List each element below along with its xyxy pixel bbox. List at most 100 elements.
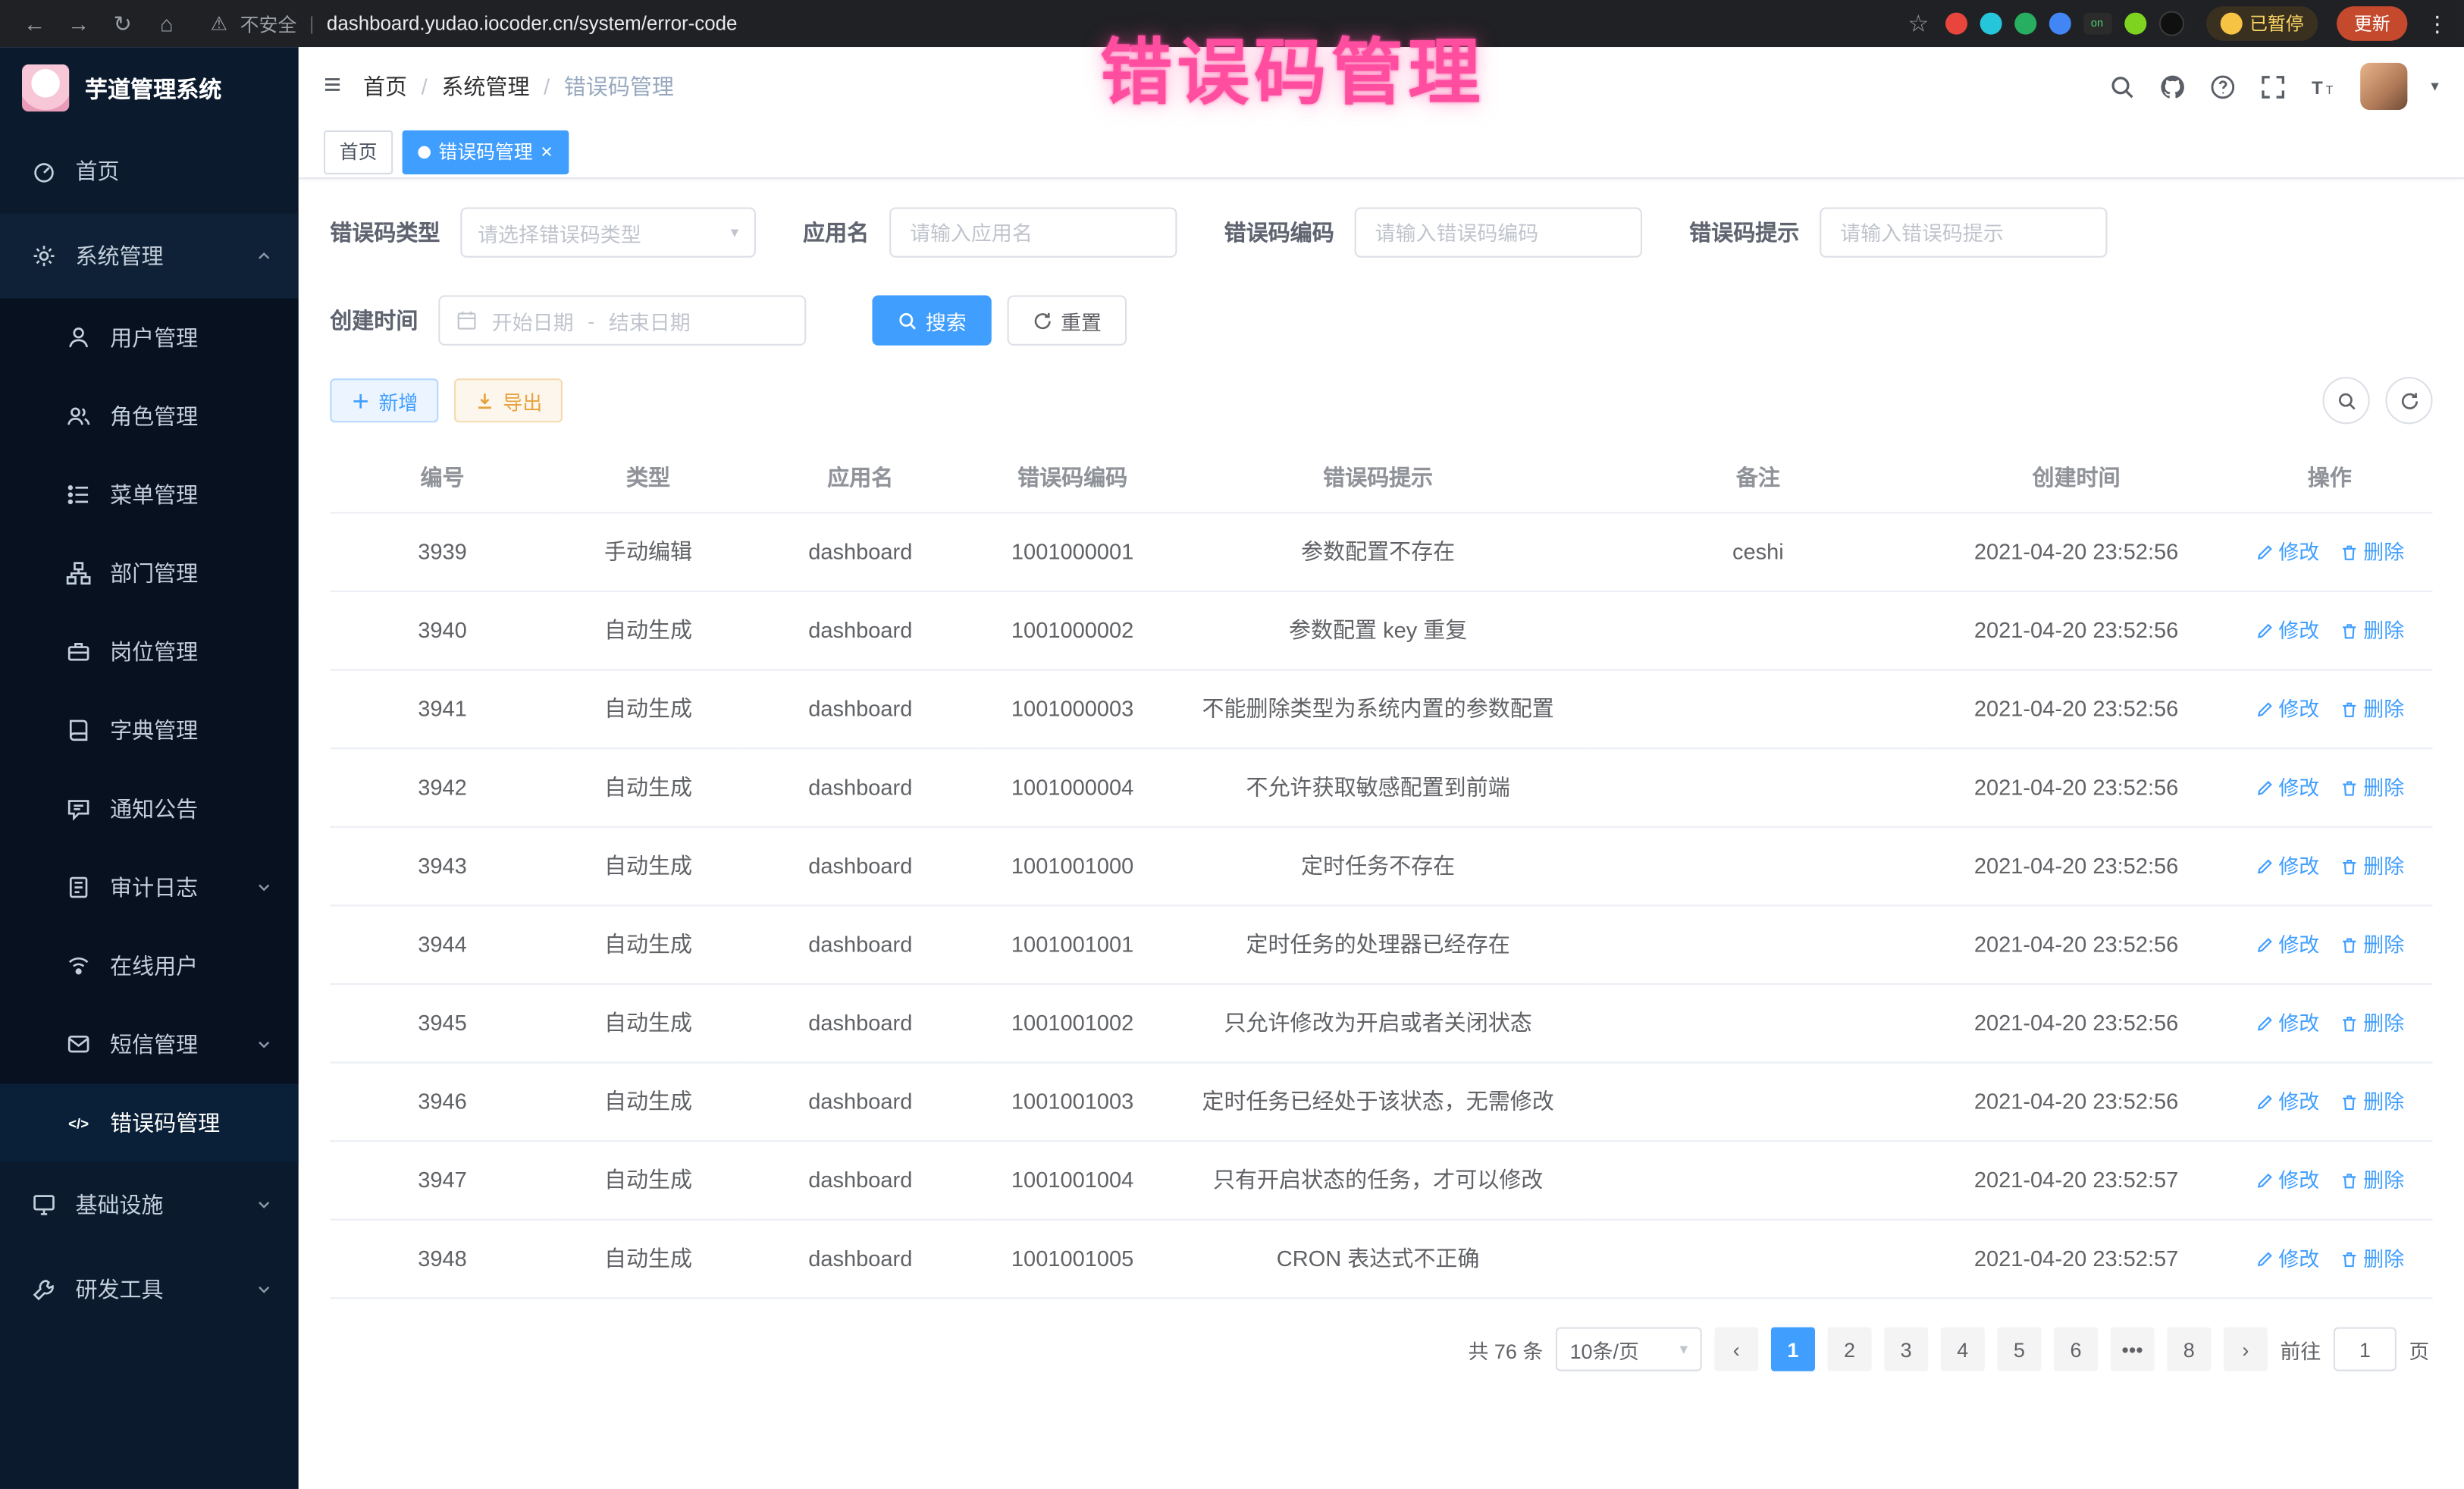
cell-time: 2021-04-20 23:52:56 [1926,905,2227,984]
edit-link[interactable]: 修改 [2255,773,2319,803]
sidebar-item-部门管理[interactable]: 部门管理 [0,534,299,613]
font-size-icon[interactable]: TT [2310,73,2337,99]
browser-update-button[interactable]: 更新 [2337,6,2407,41]
active-tab-dot-icon [418,146,431,158]
logo[interactable]: 芋道管理系统 [0,47,299,129]
cell-app: dashboard [741,1141,979,1220]
url-text: dashboard.yudao.iocoder.cn/system/error-… [327,13,738,35]
edit-link[interactable]: 修改 [2255,1008,2319,1039]
help-icon[interactable] [2209,73,2236,99]
page-content: 错误码类型 请选择错误码类型 ▾ 应用名 错误码编码 [299,179,2464,1489]
page-size-select[interactable]: 10条/页 ▾ [1556,1328,1702,1371]
page-button[interactable]: 3 [1884,1328,1928,1371]
avatar-caret-down-icon[interactable]: ▾ [2431,78,2438,96]
breadcrumb-system[interactable]: 系统管理 [441,71,529,102]
hint-input[interactable] [1820,207,2107,257]
edit-link[interactable]: 修改 [2255,694,2319,724]
breadcrumb-home[interactable]: 首页 [363,71,407,102]
delete-link[interactable]: 删除 [2340,1086,2404,1117]
fullscreen-icon[interactable] [2259,73,2286,99]
sidebar-item-短信管理[interactable]: 短信管理 [0,1005,299,1084]
sidebar-item-角色管理[interactable]: 角色管理 [0,377,299,456]
delete-link[interactable]: 删除 [2340,694,2404,724]
edit-link[interactable]: 修改 [2255,616,2319,646]
next-page-button[interactable]: › [2224,1328,2268,1371]
extension-icon[interactable]: on [2083,13,2111,35]
page-button[interactable]: 2 [1827,1328,1871,1371]
browser-back-icon[interactable]: ← [16,5,54,42]
tab-close-icon[interactable]: × [541,141,553,161]
sidebar-menu: 首页 系统管理 用户管理 角色管理 菜单管理 部门管理 岗位管理 字典管理 [0,129,299,1332]
edit-link[interactable]: 修改 [2255,929,2319,960]
extension-icon[interactable] [1945,13,1967,35]
type-select[interactable]: 请选择错误码类型 ▾ [460,207,756,257]
sidebar-item-审计日志[interactable]: 审计日志 [0,848,299,927]
extension-icon[interactable] [1980,13,2002,35]
pager-ellipsis[interactable]: ••• [2111,1328,2155,1371]
address-bar[interactable]: ⚠ 不安全 | dashboard.yudao.iocoder.cn/syste… [211,10,738,36]
sidebar-item-字典管理[interactable]: 字典管理 [0,691,299,770]
hint-label: 错误码提示 [1689,217,1799,248]
github-icon[interactable] [2159,73,2186,99]
edit-link[interactable]: 修改 [2255,537,2319,567]
sidebar-item-系统管理[interactable]: 系统管理 [0,214,299,299]
export-button[interactable]: 导出 [454,378,563,422]
sidebar-item-菜单管理[interactable]: 菜单管理 [0,456,299,534]
search-icon[interactable] [2108,73,2135,99]
sidebar-item-基础设施[interactable]: 基础设施 [0,1162,299,1247]
delete-link[interactable]: 删除 [2340,773,2404,803]
filter-group-code: 错误码编码 [1224,207,1642,257]
extension-icon[interactable] [2158,11,2183,36]
search-button[interactable]: 搜索 [872,295,992,345]
toggle-search-button[interactable] [2322,377,2369,424]
delete-link[interactable]: 删除 [2340,1008,2404,1039]
date-range-picker[interactable]: 开始日期 - 结束日期 [438,295,806,345]
extension-icon[interactable] [2049,13,2071,35]
edit-link[interactable]: 修改 [2255,851,2319,881]
browser-menu-icon[interactable]: ⋮ [2426,10,2448,36]
profile-paused-badge[interactable]: 已暂停 [2205,6,2318,41]
goto-page-input[interactable] [2334,1328,2397,1371]
delete-link[interactable]: 删除 [2340,929,2404,960]
extension-icon[interactable] [2014,13,2036,35]
reset-button[interactable]: 重置 [1008,295,1127,345]
avatar[interactable] [2360,63,2407,110]
sidebar-item-首页[interactable]: 首页 [0,129,299,214]
sidebar-item-用户管理[interactable]: 用户管理 [0,299,299,378]
delete-link[interactable]: 删除 [2340,616,2404,646]
browser-forward-icon[interactable]: → [60,5,98,42]
page-button[interactable]: 5 [1997,1328,2041,1371]
app-input[interactable] [889,207,1177,257]
refresh-table-button[interactable] [2385,377,2432,424]
tab-error-code[interactable]: 错误码管理 × [403,130,569,174]
bookmark-star-icon[interactable]: ☆ [1908,9,1929,37]
tab-home[interactable]: 首页 [324,130,393,174]
page-button[interactable]: 6 [2054,1328,2098,1371]
delete-link[interactable]: 删除 [2340,1243,2404,1274]
delete-link[interactable]: 删除 [2340,537,2404,567]
gear-icon [31,243,56,268]
cell-code: 1001001002 [979,984,1165,1063]
browser-reload-icon[interactable]: ↻ [104,5,142,42]
extension-icon[interactable] [2124,13,2146,35]
edit-link[interactable]: 修改 [2255,1243,2319,1274]
sidebar-item-在线用户[interactable]: 在线用户 [0,926,299,1005]
sidebar-item-错误码管理[interactable]: </> 错误码管理 [0,1083,299,1162]
table-row: 3943 自动生成 dashboard 1001001000 定时任务不存在 2… [330,827,2432,906]
delete-link[interactable]: 删除 [2340,851,2404,881]
add-button[interactable]: 新增 [330,378,438,422]
sidebar-item-通知公告[interactable]: 通知公告 [0,770,299,848]
page-button[interactable]: 1 [1771,1328,1815,1371]
browser-home-icon[interactable]: ⌂ [148,5,186,42]
sidebar-item-岗位管理[interactable]: 岗位管理 [0,613,299,691]
page-button[interactable]: 8 [2167,1328,2211,1371]
sidebar-item-研发工具[interactable]: 研发工具 [0,1247,299,1332]
hamburger-icon[interactable]: ≡ [324,69,341,104]
prev-page-button[interactable]: ‹ [1714,1328,1758,1371]
delete-link[interactable]: 删除 [2340,1165,2404,1196]
edit-link[interactable]: 修改 [2255,1086,2319,1117]
table-body: 3939 手动编辑 dashboard 1001000001 参数配置不存在 c… [330,513,2432,1298]
page-button[interactable]: 4 [1941,1328,1985,1371]
edit-link[interactable]: 修改 [2255,1165,2319,1196]
code-input[interactable] [1355,207,1642,257]
